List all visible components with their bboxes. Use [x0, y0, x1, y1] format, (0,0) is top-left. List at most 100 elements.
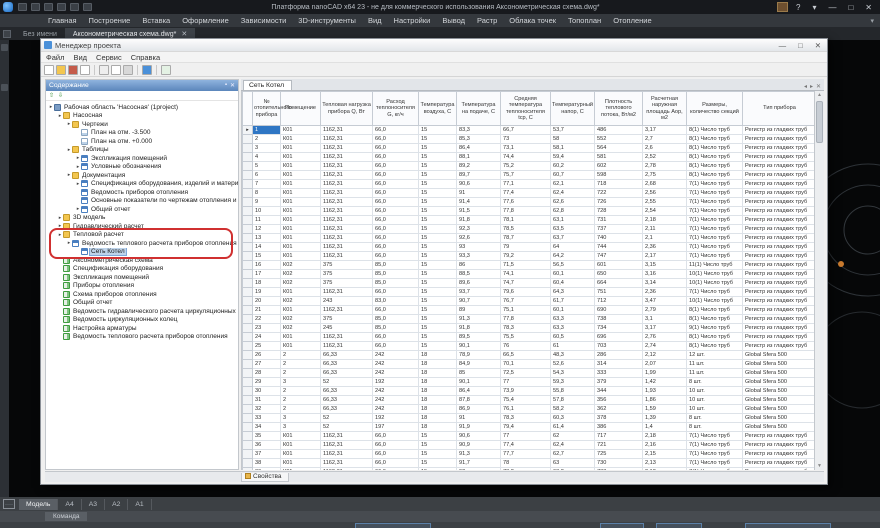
table-cell[interactable]: 52	[321, 423, 373, 432]
table-cell[interactable]: 85,0	[373, 324, 419, 333]
table-cell[interactable]: К01	[281, 333, 321, 342]
row-marker-cell[interactable]	[243, 225, 253, 234]
table-cell[interactable]: 242	[373, 360, 419, 369]
table-cell[interactable]: 696	[595, 333, 643, 342]
table-cell[interactable]: 703	[595, 342, 643, 351]
tree-item-приборы[interactable]: Приборы отопления	[46, 282, 238, 291]
table-cell[interactable]: 93	[457, 243, 501, 252]
table-cell[interactable]: 78,3	[501, 414, 551, 423]
table-cell[interactable]: 1162,31	[321, 207, 373, 216]
table-row[interactable]: 10К011162,3166,01591,577,862,87282,547(1…	[243, 207, 815, 216]
table-cell[interactable]: 21	[253, 306, 281, 315]
table-cell[interactable]: 15	[419, 270, 457, 279]
table-cell[interactable]: 77,7	[501, 450, 551, 459]
tree-item-ведомость[interactable]: Ведомость циркуляционных колец	[46, 316, 238, 325]
table-cell[interactable]: 11(1) Число труб	[687, 261, 743, 270]
table-cell[interactable]: 71,5	[501, 261, 551, 270]
table-row[interactable]: 19К011162,3166,01593,779,664,37512,367(1…	[243, 288, 815, 297]
table-cell[interactable]: 7(1) Число труб	[687, 216, 743, 225]
table-cell[interactable]: 66,0	[373, 333, 419, 342]
pin-icon[interactable]: ▪	[225, 82, 227, 89]
table-cell[interactable]: К01	[281, 441, 321, 450]
table-cell[interactable]: 11 шт.	[687, 360, 743, 369]
table-cell[interactable]: 66,0	[373, 153, 419, 162]
table-cell[interactable]: 378	[595, 414, 643, 423]
table-cell[interactable]: 58,1	[551, 144, 595, 153]
table-cell[interactable]: Регистр из гладких труб	[743, 144, 815, 153]
command-prompt[interactable]: Команда	[45, 512, 87, 521]
table-cell[interactable]: 731	[595, 216, 643, 225]
table-cell[interactable]: 19	[253, 288, 281, 297]
table-cell[interactable]: 747	[595, 252, 643, 261]
table-cell[interactable]: 85	[457, 369, 501, 378]
table-row[interactable]: 16К0237585,0158671,556,56013,1511(1) Чис…	[243, 261, 815, 270]
table-cell[interactable]: Регистр из гладких труб	[743, 261, 815, 270]
table-cell[interactable]: 4	[253, 153, 281, 162]
table-row[interactable]: 12К011162,3166,01592,378,563,57372,117(1…	[243, 225, 815, 234]
table-cell[interactable]: Регистр из гладких труб	[743, 189, 815, 198]
table-cell[interactable]: 15	[419, 261, 457, 270]
table-cell[interactable]: К02	[281, 261, 321, 270]
table-cell[interactable]: 64,2	[551, 252, 595, 261]
layout-tab-A1[interactable]: A1	[128, 499, 151, 510]
table-cell[interactable]: 3,15	[643, 261, 687, 270]
table-cell[interactable]: 1162,31	[321, 162, 373, 171]
table-cell[interactable]: 7(1) Число труб	[687, 198, 743, 207]
table-cell[interactable]: 7	[253, 180, 281, 189]
export-icon[interactable]	[111, 65, 121, 75]
column-header[interactable]: Плотность теплового потока, Вт/м2	[595, 92, 643, 126]
print-icon[interactable]	[123, 65, 133, 75]
table-cell[interactable]: 15	[419, 279, 457, 288]
table-cell[interactable]: 15	[419, 468, 457, 471]
row-marker-cell[interactable]	[243, 432, 253, 441]
table-cell[interactable]: Регистр из гладких труб	[743, 243, 815, 252]
table-cell[interactable]: 3,14	[643, 279, 687, 288]
table-cell[interactable]: Регистр из гладких труб	[743, 342, 815, 351]
table-cell[interactable]: 12	[253, 225, 281, 234]
save-file-icon[interactable]	[44, 3, 53, 11]
table-cell[interactable]: 35	[253, 432, 281, 441]
row-marker-cell[interactable]	[243, 450, 253, 459]
layout-list-icon[interactable]	[3, 499, 15, 509]
table-cell[interactable]: К02	[281, 270, 321, 279]
table-cell[interactable]: 61,7	[551, 297, 595, 306]
table-cell[interactable]: 8 шт.	[687, 378, 743, 387]
column-header[interactable]: Помещение	[281, 92, 321, 126]
table-cell[interactable]: К01	[281, 459, 321, 468]
table-cell[interactable]: 34	[253, 423, 281, 432]
command-line[interactable]: Команда	[0, 511, 880, 522]
ribbon-tab-Оформление[interactable]: Оформление	[176, 16, 235, 25]
table-cell[interactable]: 66,0	[373, 468, 419, 471]
table-row[interactable]: 25К011162,3166,01590,176617032,748(1) Чи…	[243, 342, 815, 351]
table-cell[interactable]: 66,0	[373, 342, 419, 351]
row-marker-cell[interactable]	[243, 171, 253, 180]
table-cell[interactable]: 8 шт.	[687, 423, 743, 432]
table-cell[interactable]: 3	[281, 423, 321, 432]
table-cell[interactable]: Global Sfera 500	[743, 378, 815, 387]
column-header[interactable]: Температура воздуха, С	[419, 92, 457, 126]
table-cell[interactable]: 66,0	[373, 216, 419, 225]
table-cell[interactable]: К01	[281, 432, 321, 441]
table-cell[interactable]: 751	[595, 288, 643, 297]
table-cell[interactable]: 8(1) Число труб	[687, 306, 743, 315]
table-cell[interactable]: 92,3	[457, 225, 501, 234]
table-cell[interactable]: 59,3	[551, 378, 595, 387]
table-cell[interactable]: 2,16	[643, 441, 687, 450]
table-row[interactable]: 5К011162,3166,01589,275,260,26022,788(1)…	[243, 162, 815, 171]
table-cell[interactable]: Регистр из гладких труб	[743, 252, 815, 261]
table-cell[interactable]: 53,7	[551, 126, 595, 135]
table-cell[interactable]: 192	[373, 414, 419, 423]
table-cell[interactable]: 12 шт.	[687, 351, 743, 360]
table-cell[interactable]: 83,0	[373, 297, 419, 306]
table-cell[interactable]: 76	[501, 342, 551, 351]
tree-item-спецификация[interactable]: Спецификация оборудования	[46, 265, 238, 274]
table-cell[interactable]: 66,0	[373, 162, 419, 171]
column-header[interactable]: Температурный напор, С	[551, 92, 595, 126]
column-header[interactable]: Тепловая нагрузка прибора Q, Вт	[321, 92, 373, 126]
table-cell[interactable]: 72,5	[501, 369, 551, 378]
row-marker-cell[interactable]	[243, 369, 253, 378]
ribbon-tab-Отопление[interactable]: Отопление	[607, 16, 657, 25]
row-marker-cell[interactable]	[243, 252, 253, 261]
table-cell[interactable]: 77,6	[501, 198, 551, 207]
table-cell[interactable]: 18	[419, 360, 457, 369]
